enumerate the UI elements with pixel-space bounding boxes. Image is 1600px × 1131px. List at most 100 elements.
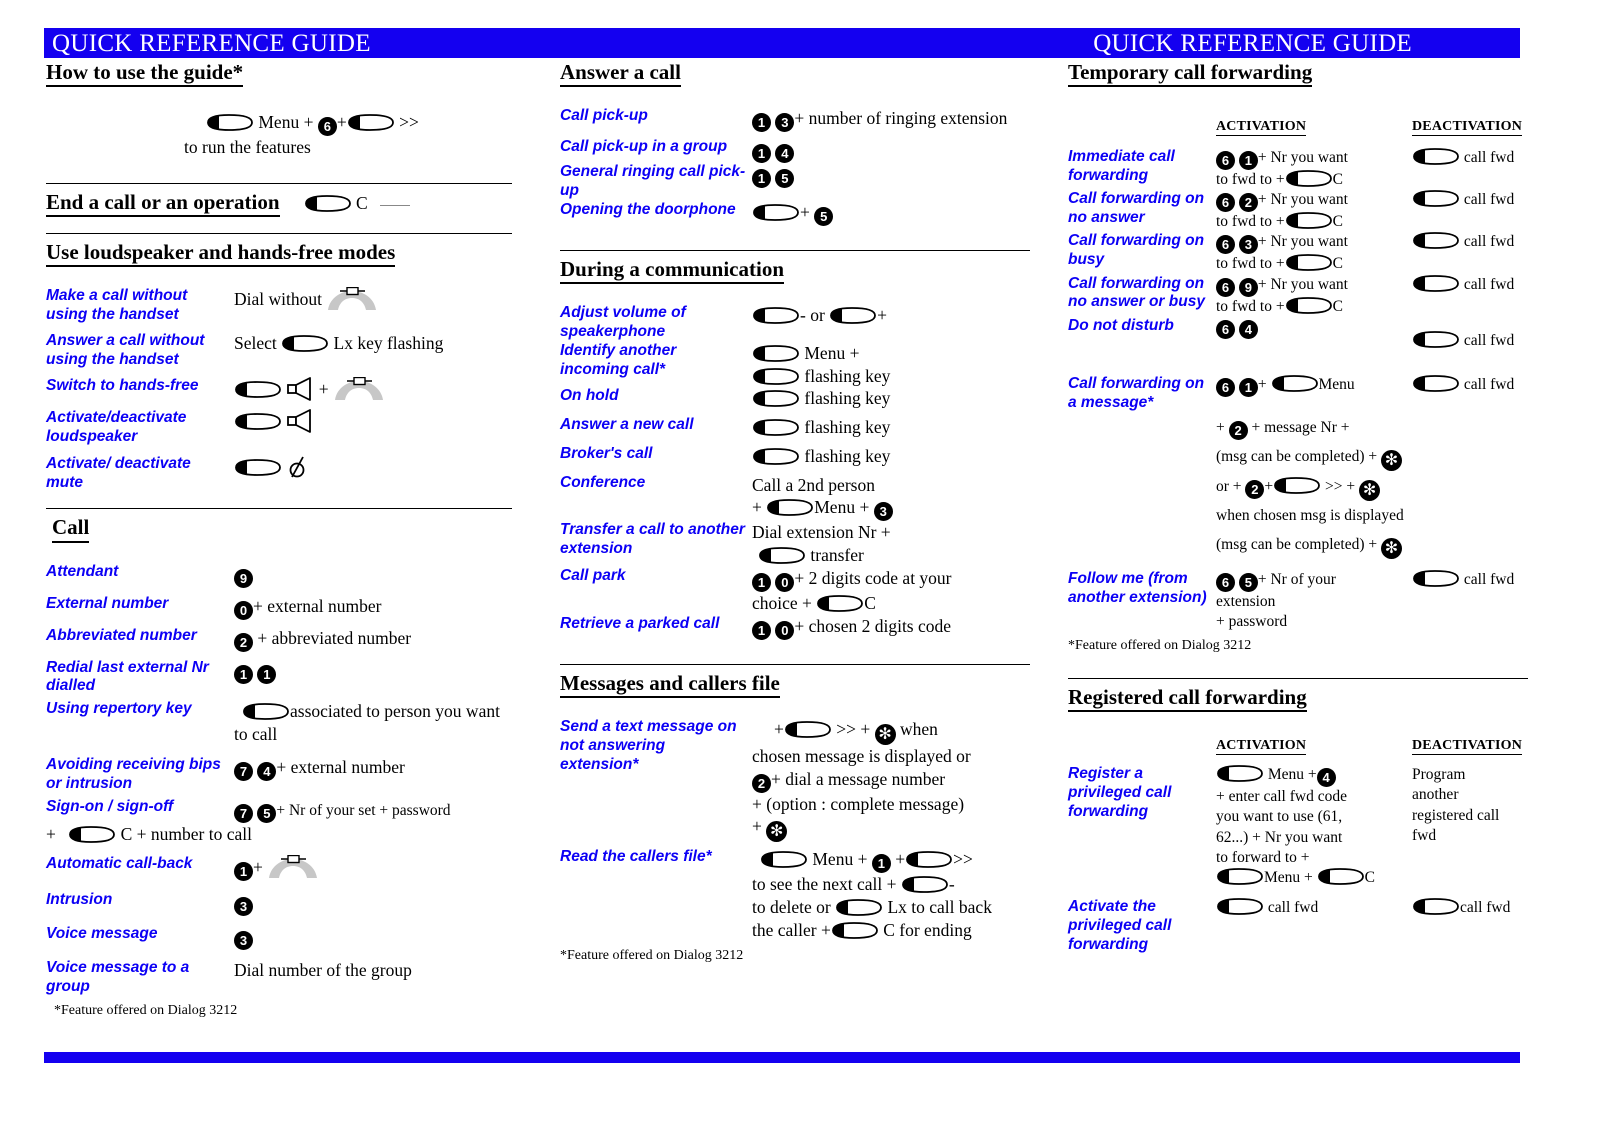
list-item: Activate/deactivate loudspeaker xyxy=(46,409,512,447)
row-text: C for ending xyxy=(883,919,972,940)
digit-icon: 2 xyxy=(1228,420,1248,440)
row-label: Call forwarding on no answer xyxy=(1068,190,1205,227)
menu-label: Menu + xyxy=(1264,868,1313,886)
programmable-key-icon xyxy=(835,899,883,916)
digit-icon: 6 xyxy=(1216,377,1235,397)
row-text: the caller + xyxy=(752,919,831,940)
list-item: Automatic call-back 1 + xyxy=(46,855,512,882)
row-label: Send a text message on not answering ext… xyxy=(560,717,737,773)
digit-icon: 1 xyxy=(234,664,253,684)
row-line: 2 + dial a message number xyxy=(752,768,1030,793)
digit-icon: 1 xyxy=(257,664,277,684)
table-row: Call forwarding on no answer 6 2 + Nr you… xyxy=(1068,190,1528,232)
programmable-key-icon xyxy=(766,499,814,517)
row-value: Menu + 1 + >> to see the next call + - to… xyxy=(752,848,1030,941)
divider xyxy=(1068,678,1528,680)
row-value xyxy=(234,408,512,433)
plus-label: + xyxy=(800,201,810,222)
row-line: (msg can be completed) + ✻ xyxy=(1216,530,1528,560)
plus-label: + xyxy=(895,849,906,870)
call-fwd-label: call fwd xyxy=(1463,375,1515,393)
section-messages-callers-file: Messages and callers file xyxy=(560,671,1030,698)
list-item: Switch to hands-free + xyxy=(46,376,512,401)
transfer-label: transfer xyxy=(810,545,864,566)
footnote: *Feature offered on Dialog 3212 xyxy=(1068,638,1252,654)
section-title: Registered call forwarding xyxy=(1068,685,1307,713)
list-item: Activate/ deactivate mute xyxy=(46,455,512,493)
row-line: 6 1 + Menu xyxy=(1216,374,1412,397)
deactivation-cell: call fwd xyxy=(1412,569,1528,590)
list-item: Answer a call without using the handset … xyxy=(46,332,512,370)
row-label: Activate/ deactivate mute xyxy=(46,454,191,491)
flashing-key-label: flashing key xyxy=(804,417,891,438)
select-label: Select xyxy=(234,332,277,353)
list-item: Identify another incoming call* Menu + f… xyxy=(560,342,1030,388)
row-label: Using repertory key xyxy=(46,700,192,718)
footnote: *Feature offered on Dialog 3212 xyxy=(560,947,744,963)
list-item: Voice message to a group Dial number of … xyxy=(46,959,512,997)
digit-icon: 2 xyxy=(234,632,253,652)
deactivation-cell: call fwd xyxy=(1412,898,1528,918)
programmable-key-icon xyxy=(1317,867,1365,885)
programmable-key-icon xyxy=(829,307,877,324)
menu-label: Menu xyxy=(1318,375,1355,393)
row-text: + Nr of your xyxy=(1257,570,1336,588)
digit-icon: 0 xyxy=(775,572,795,592)
row-value: 1 3 + number of ringing extension xyxy=(752,107,1030,133)
row-line: chosen message is displayed or xyxy=(752,745,971,766)
row-text: to see the next call + xyxy=(752,874,897,895)
digit-icon: 6 xyxy=(1216,572,1235,592)
how-to-use-menu-label: Menu + xyxy=(258,112,314,133)
minus-label: - xyxy=(948,874,955,895)
row-label: Call forwarding on busy xyxy=(1068,232,1205,269)
section-title: Answer a call xyxy=(560,60,681,88)
table-row: Call forwarding on busy 6 3 + Nr you want… xyxy=(1068,232,1528,274)
row-text: + Nr of your set + password xyxy=(276,801,451,819)
row-text: + dial a message number xyxy=(771,768,946,789)
programmable-key-icon xyxy=(242,703,290,721)
digit-icon: 6 xyxy=(1216,319,1235,339)
row-line: + (option : complete message) xyxy=(752,793,965,814)
row-label: Conference xyxy=(560,473,646,491)
row-label: General ringing call pick-up xyxy=(560,163,746,200)
arrows-label: >> xyxy=(953,849,973,870)
plus-label: + xyxy=(752,497,762,518)
how-to-use-arrows: >> xyxy=(399,112,419,133)
call-fwd-label: call fwd xyxy=(1463,275,1515,293)
row-label: Call park xyxy=(560,566,626,584)
list-item: Adjust volume of speakerphone - or + xyxy=(560,304,1030,342)
digit-icon: 9 xyxy=(1238,277,1258,297)
row-label: Switch to hands-free xyxy=(46,376,199,394)
row-text: (msg can be completed) + xyxy=(1216,536,1378,554)
row-line: flashing key xyxy=(752,365,1030,388)
programmable-key-icon xyxy=(1412,274,1460,292)
row-line: Menu + xyxy=(752,342,1030,365)
section-during-communication: During a communication xyxy=(560,257,1030,285)
programmable-key-icon xyxy=(1412,898,1460,915)
row-label: Do not disturb xyxy=(1068,316,1174,334)
call-fwd-label: call fwd xyxy=(1463,570,1515,588)
row-value: 3 xyxy=(234,891,512,917)
row-line: 6 2 + Nr you want xyxy=(1216,190,1412,213)
column-header-deactivation: DEACTIVATION xyxy=(1412,119,1523,137)
row-text: + Nr you want xyxy=(1257,191,1348,209)
programmable-key-icon xyxy=(752,307,800,324)
row-value: + 5 xyxy=(752,201,1030,226)
programmable-key-icon xyxy=(234,458,282,476)
bottom-banner xyxy=(44,1052,1520,1063)
plus-label: + xyxy=(1257,375,1267,393)
deactivation-cell: call fwd xyxy=(1412,374,1528,395)
row-label: Transfer a call to another extension xyxy=(560,521,745,558)
programmable-key-icon xyxy=(752,448,800,465)
programmable-key-icon xyxy=(304,194,352,212)
section-registered-call-forwarding: Registered call forwarding xyxy=(1068,685,1528,713)
row-value: 9 xyxy=(234,563,512,588)
row-text: C + number to call xyxy=(120,823,252,844)
table-row: Do not disturb 6 4 call fwd xyxy=(1068,317,1528,351)
divider xyxy=(560,249,1030,251)
forwarding-table-header: ACTIVATION DEACTIVATION xyxy=(1068,117,1528,137)
row-line: you want to use (61, xyxy=(1216,808,1343,826)
divider xyxy=(46,182,512,184)
digit-icon: 6 xyxy=(317,117,337,137)
flashing-key-label: flashing key xyxy=(804,445,891,466)
